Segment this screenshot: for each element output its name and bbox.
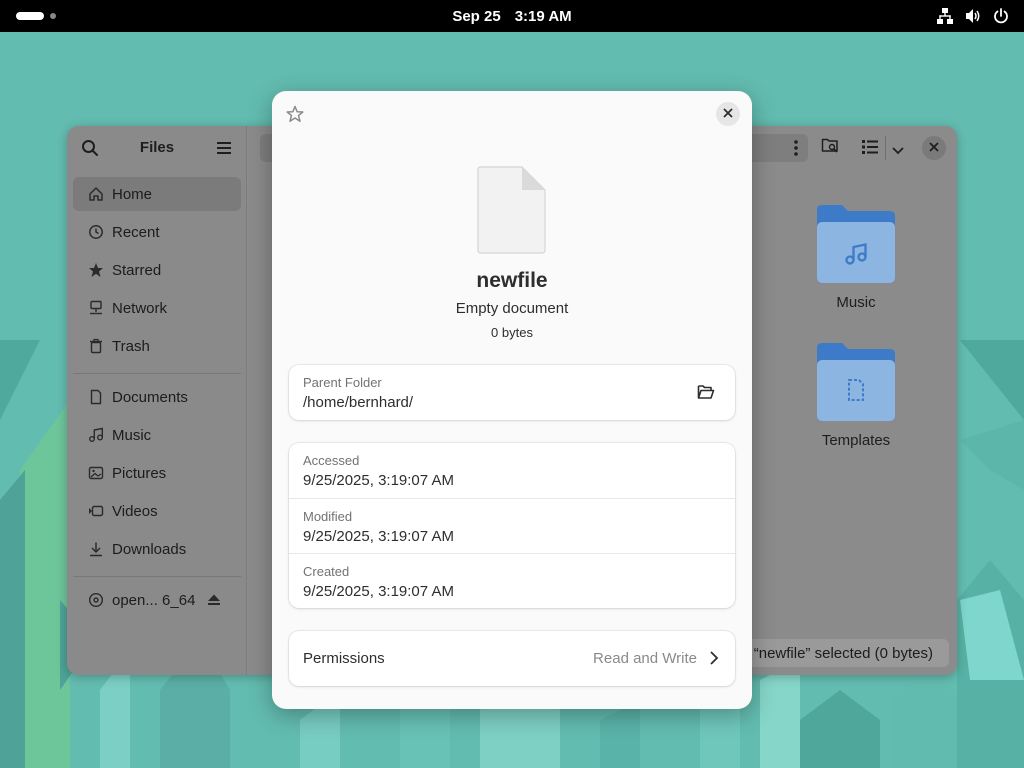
sidebar-item-label: open... 6_64 [112,591,196,609]
system-tray[interactable] [936,7,1010,25]
sidebar-item-label: Music [112,426,152,444]
clock-time: 3:19 AM [514,7,572,25]
permissions-card[interactable]: Permissions Read and Write [289,631,735,686]
modified-row: Modified 9/25/2025, 3:19:07 AM [289,498,735,553]
file-size: 0 bytes [491,325,533,340]
top-bar: Sep 25 3:19 AM [0,0,1024,32]
permissions-row[interactable]: Permissions Read and Write [289,631,735,686]
templates-folder-icon [817,343,895,421]
picture-icon [88,465,104,481]
search-folder-icon[interactable] [821,136,839,159]
parent-folder-value: /home/bernhard/ [303,394,414,411]
folder-templates[interactable]: Templates [806,342,906,449]
sidebar-item-trash[interactable]: Trash [73,329,241,363]
sidebar-item-label: Downloads [112,540,187,558]
sidebar-item-network[interactable]: Network [73,291,241,325]
folder-label: Templates [821,432,891,449]
clock[interactable]: Sep 25 3:19 AM [0,0,1024,32]
accessed-label: Accessed [303,453,360,468]
header-divider [885,136,886,160]
close-icon [723,105,733,123]
home-icon [88,186,104,202]
sidebar-item-label: Videos [112,502,158,520]
file-type: Empty document [455,300,569,317]
parent-folder-label: Parent Folder [303,375,382,390]
volume-icon[interactable] [964,7,982,25]
list-view-icon[interactable] [862,139,878,160]
created-value: 9/25/2025, 3:19:07 AM [303,583,454,600]
modified-value: 9/25/2025, 3:19:07 AM [303,528,454,545]
sidebar-item-label: Recent [112,223,160,241]
sidebar-item-starred[interactable]: Starred [73,253,241,287]
star-icon[interactable] [286,105,304,128]
sidebar-item-label: Home [112,185,153,203]
sidebar-item-videos[interactable]: Videos [73,494,241,528]
sidebar-separator [73,576,241,577]
dialog-close-button[interactable] [716,102,740,126]
sidebar-item-label: Trash [112,337,150,355]
document-icon [88,389,104,405]
chevron-right-icon [709,650,719,671]
chevron-down-icon[interactable] [892,142,904,160]
empty-document-icon [477,166,547,259]
file-name: newfile [476,269,548,292]
sidebar-item-home[interactable]: Home [73,177,241,211]
files-sidebar: Files Home Recent Starred Network Trash [67,126,247,675]
timestamps-card: Accessed 9/25/2025, 3:19:07 AM Modified … [289,443,735,608]
properties-dialog: newfile Empty document 0 bytes Parent Fo… [272,91,752,709]
accessed-value: 9/25/2025, 3:19:07 AM [303,472,454,489]
eject-icon[interactable] [207,593,221,611]
sidebar-item-downloads[interactable]: Downloads [73,532,241,566]
permissions-label: Permissions [303,650,385,667]
selection-status: “newfile” selected (0 bytes) [737,639,949,667]
sidebar-separator [73,373,241,374]
network-icon [88,300,104,316]
sidebar-item-documents[interactable]: Documents [73,380,241,414]
sidebar-header: Files [67,126,246,170]
sidebar-item-device[interactable]: open... 6_64 [73,583,241,617]
trash-icon [88,338,104,354]
power-icon[interactable] [992,7,1010,25]
open-folder-icon[interactable] [697,384,715,405]
clock-icon [88,224,104,240]
parent-folder-card: Parent Folder /home/bernhard/ [289,365,735,420]
video-icon [88,503,104,519]
parent-folder-row: Parent Folder /home/bernhard/ [289,365,735,420]
hamburger-menu-icon[interactable] [216,140,232,161]
folder-music[interactable]: Music [806,204,906,311]
sidebar-item-music[interactable]: Music [73,418,241,452]
star-icon [88,262,104,278]
path-menu-icon[interactable] [794,140,798,161]
sidebar-item-label: Starred [112,261,162,279]
folder-label: Music [836,294,876,311]
sidebar-item-pictures[interactable]: Pictures [73,456,241,490]
close-icon [929,139,939,157]
created-label: Created [303,564,350,579]
download-icon [88,541,104,557]
sidebar-item-label: Network [112,299,168,317]
network-icon[interactable] [936,7,954,25]
sidebar-item-recent[interactable]: Recent [73,215,241,249]
sidebar-item-label: Pictures [112,464,167,482]
music-folder-icon [817,205,895,283]
clock-date: Sep 25 [452,7,501,25]
music-icon [88,427,104,443]
created-row: Created 9/25/2025, 3:19:07 AM [289,553,735,608]
disc-icon [88,592,104,608]
sidebar-item-label: Documents [112,388,188,406]
modified-label: Modified [303,509,353,524]
files-close-button[interactable] [922,136,946,160]
accessed-row: Accessed 9/25/2025, 3:19:07 AM [289,443,735,498]
permissions-value: Read and Write [593,650,697,667]
